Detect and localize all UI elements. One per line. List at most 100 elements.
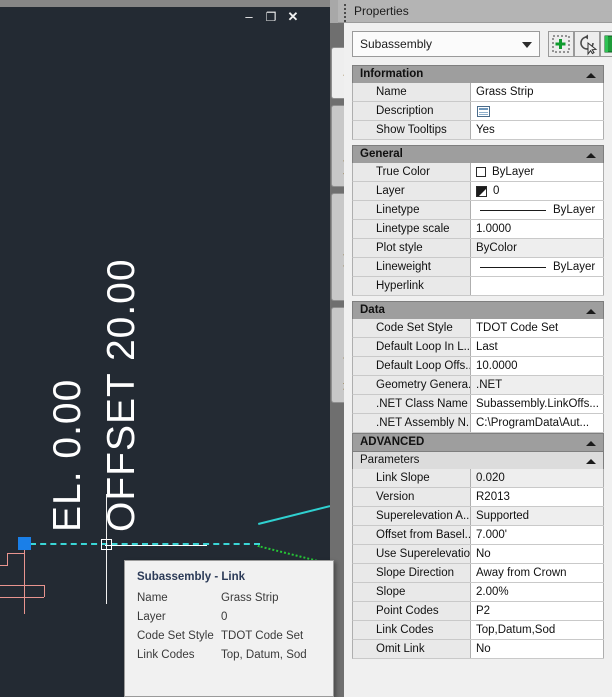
palette-tab-design[interactable]: Design: [331, 47, 354, 99]
property-value-cell[interactable]: Last: [471, 338, 604, 356]
property-value-cell[interactable]: Supported: [471, 507, 604, 525]
chevron-up-icon[interactable]: [586, 309, 596, 314]
chevron-up-icon[interactable]: [586, 459, 596, 464]
property-value-cell[interactable]: ByLayer: [471, 201, 604, 219]
property-label: Use Superelevatio...: [353, 545, 471, 563]
property-row[interactable]: Default Loop Offs... 10.0000: [352, 357, 604, 376]
property-value: R2013: [476, 491, 510, 503]
property-label: Plot style: [353, 239, 471, 257]
property-value-cell[interactable]: 0: [471, 182, 604, 200]
property-label: Name: [353, 83, 471, 101]
property-value-cell[interactable]: P2: [471, 602, 604, 620]
property-row[interactable]: Offset from Basel... 7.000': [352, 526, 604, 545]
property-row[interactable]: Linetype scale 1.0000: [352, 220, 604, 239]
property-row[interactable]: Point Codes P2: [352, 602, 604, 621]
palette-tab-display[interactable]: Display: [331, 105, 354, 187]
property-label: Offset from Basel...: [353, 526, 471, 544]
select-objects-button[interactable]: [574, 31, 600, 57]
property-value-cell[interactable]: Top,Datum,Sod: [471, 621, 604, 639]
property-value-cell[interactable]: .NET: [471, 376, 604, 394]
property-row[interactable]: Plot style ByColor: [352, 239, 604, 258]
close-button[interactable]: ✕: [284, 8, 302, 26]
property-label: .NET Assembly N...: [353, 414, 471, 432]
chevron-up-icon[interactable]: [586, 73, 596, 78]
property-value-cell[interactable]: R2013: [471, 488, 604, 506]
quick-select-button[interactable]: [548, 31, 574, 57]
palette-tab-object-class[interactable]: Object Class: [331, 307, 354, 403]
property-label: Hyperlink: [353, 277, 471, 295]
property-value-cell[interactable]: TDOT Code Set: [471, 319, 604, 337]
property-value: Grass Strip: [476, 86, 534, 98]
property-row[interactable]: .NET Class Name Subassembly.LinkOffs...: [352, 395, 604, 414]
property-value-cell[interactable]: ByColor: [471, 239, 604, 257]
property-row[interactable]: Show Tooltips Yes: [352, 121, 604, 140]
property-row[interactable]: Link Slope 0.020: [352, 469, 604, 488]
subassembly-tooltip: Subassembly - Link Name Grass Strip Layer 0…: [124, 560, 334, 697]
property-row[interactable]: Description: [352, 102, 604, 121]
property-row[interactable]: Superelevation A... Supported: [352, 507, 604, 526]
tooltip-row: Link Codes Top, Datum, Sod: [137, 649, 321, 661]
property-label: True Color: [353, 163, 471, 181]
property-value-cell[interactable]: 10.0000: [471, 357, 604, 375]
section-header-advanced[interactable]: ADVANCED: [352, 433, 604, 451]
property-value-cell[interactable]: No: [471, 545, 604, 563]
palette-body: Subassembly Information Name Grass Strip…: [344, 23, 612, 697]
section-header-data[interactable]: Data: [352, 301, 604, 319]
property-row[interactable]: Code Set Style TDOT Code Set: [352, 319, 604, 338]
property-value-cell[interactable]: C:\ProgramData\Aut...: [471, 414, 604, 432]
property-row[interactable]: Linetype ByLayer: [352, 201, 604, 220]
property-row[interactable]: Hyperlink: [352, 277, 604, 296]
quick-properties-button[interactable]: [600, 31, 612, 57]
palette-tab-extended-data[interactable]: Extended Data: [331, 193, 354, 301]
tooltip-row-key: Name: [137, 592, 168, 604]
property-value-cell[interactable]: ByLayer: [471, 163, 604, 181]
minimize-button[interactable]: –: [240, 8, 258, 26]
section-header-general[interactable]: General: [352, 145, 604, 163]
property-value-cell[interactable]: [471, 277, 604, 295]
property-value-cell[interactable]: ByLayer: [471, 258, 604, 276]
property-row[interactable]: Link Codes Top,Datum,Sod: [352, 621, 604, 640]
section-header-parameters[interactable]: Parameters: [352, 451, 604, 469]
property-value-cell[interactable]: 2.00%: [471, 583, 604, 601]
property-label: Layer: [353, 182, 471, 200]
property-row[interactable]: Layer 0: [352, 182, 604, 201]
property-row[interactable]: Geometry Genera... .NET: [352, 376, 604, 395]
property-row[interactable]: Name Grass Strip: [352, 83, 604, 102]
top-link-line: [258, 505, 330, 525]
property-row[interactable]: .NET Assembly N... C:\ProgramData\Aut...: [352, 414, 604, 433]
grip-handle[interactable]: [18, 537, 31, 550]
chevron-up-icon[interactable]: [586, 153, 596, 158]
restore-button[interactable]: ❐: [262, 8, 280, 26]
property-row[interactable]: Omit Link No: [352, 640, 604, 659]
property-value-cell[interactable]: Subassembly.LinkOffs...: [471, 395, 604, 413]
property-value-cell[interactable]: [471, 102, 604, 120]
property-value-cell[interactable]: 0.020: [471, 469, 604, 487]
description-editor-icon[interactable]: [477, 105, 490, 117]
palette-title-bar: Properties: [338, 0, 612, 23]
property-row[interactable]: Default Loop In L... Last: [352, 338, 604, 357]
property-value-cell[interactable]: 1.0000: [471, 220, 604, 238]
property-value: Yes: [476, 124, 495, 136]
property-value: .NET: [476, 379, 503, 391]
chevron-up-icon[interactable]: [586, 441, 596, 446]
object-type-select[interactable]: Subassembly: [352, 31, 540, 57]
section-header-information[interactable]: Information: [352, 65, 604, 83]
palette-drag-grip[interactable]: [342, 4, 347, 26]
property-row[interactable]: Lineweight ByLayer: [352, 258, 604, 277]
tooltip-row-key: Code Set Style: [137, 630, 214, 642]
link-line: [105, 545, 207, 546]
property-row[interactable]: Slope 2.00%: [352, 583, 604, 602]
property-row[interactable]: Version R2013: [352, 488, 604, 507]
color-swatch-icon: [476, 167, 486, 177]
property-label: Default Loop In L...: [353, 338, 471, 356]
property-value: P2: [476, 605, 491, 617]
property-value-cell[interactable]: 7.000': [471, 526, 604, 544]
subassembly-geometry-line: [0, 585, 44, 586]
property-value-cell[interactable]: Yes: [471, 121, 604, 139]
property-row[interactable]: Slope Direction Away from Crown: [352, 564, 604, 583]
property-row[interactable]: True Color ByLayer: [352, 163, 604, 182]
property-value-cell[interactable]: No: [471, 640, 604, 658]
property-value-cell[interactable]: Grass Strip: [471, 83, 604, 101]
property-value-cell[interactable]: Away from Crown: [471, 564, 604, 582]
property-row[interactable]: Use Superelevatio... No: [352, 545, 604, 564]
